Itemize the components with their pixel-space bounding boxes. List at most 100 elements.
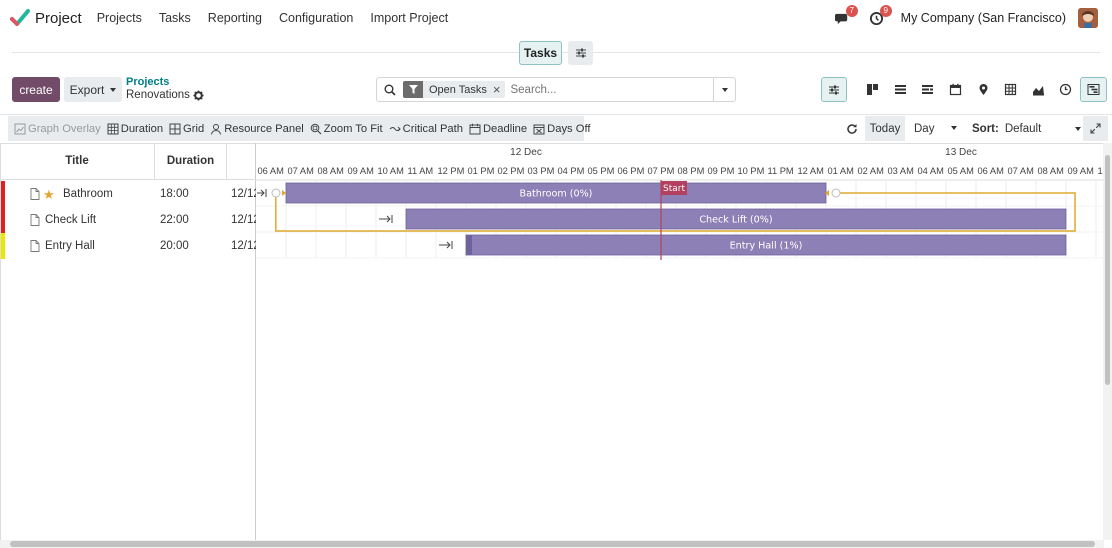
zoom-icon [310, 123, 322, 134]
app-brand[interactable]: Project [10, 8, 82, 28]
view-list-button[interactable] [886, 77, 915, 102]
view-graph-button[interactable] [1024, 77, 1053, 102]
document-icon [30, 188, 40, 200]
grid-button[interactable]: Grid [169, 123, 204, 135]
caret-down-icon [110, 87, 117, 92]
menu-reporting[interactable]: Reporting [208, 11, 262, 25]
hour-label: 06 AM [258, 166, 284, 176]
connector-handle [271, 188, 281, 198]
vertical-scrollbar[interactable] [1103, 143, 1112, 540]
sort-value: Default [1004, 122, 1042, 135]
calendar-off-icon [533, 124, 545, 134]
zoom-to-fit-button[interactable]: Zoom To Fit [310, 123, 383, 135]
column-header-title[interactable]: Title [0, 143, 155, 180]
task-title: Entry Hall [45, 240, 95, 252]
view-pivot-button[interactable] [996, 77, 1025, 102]
sliders-icon [829, 85, 839, 94]
messages-button[interactable]: 7 [833, 5, 858, 28]
search-input[interactable] [510, 83, 711, 96]
view-calendar-button[interactable] [941, 77, 970, 102]
view-settings-button[interactable] [568, 41, 593, 65]
sort-select[interactable]: Default [1005, 123, 1081, 135]
caret-down-icon [951, 126, 957, 130]
start-marker-label: Start [663, 184, 685, 194]
grid-icon [169, 123, 181, 134]
task-duration: 22:00 [160, 214, 189, 226]
view-activity-button[interactable] [914, 77, 942, 102]
messages-badge: 7 [845, 5, 858, 17]
critical-path-label: Critical Path [402, 122, 463, 135]
expand-icon [1090, 123, 1101, 134]
task-row[interactable]: ★ Bathroom 18:00 12/12 [0, 181, 256, 207]
create-button[interactable]: create [12, 77, 60, 102]
export-button[interactable]: Export [64, 77, 122, 102]
hour-label: 12 PM [438, 166, 465, 176]
days-off-button[interactable]: Days Off [533, 123, 590, 135]
hour-label: 09 AM [1068, 166, 1094, 176]
view-map-button[interactable] [969, 77, 997, 102]
view-gantt-button[interactable] [1079, 77, 1108, 102]
gantt-toolbar-right: Today Day Sort: Default [840, 116, 1108, 141]
refresh-icon[interactable] [840, 116, 864, 141]
calendar-icon [469, 123, 481, 134]
user-avatar[interactable] [1078, 8, 1098, 28]
sliders-icon [575, 48, 586, 58]
column-header-duration[interactable]: Duration [155, 143, 227, 180]
search-panel-toggle[interactable] [713, 78, 735, 101]
day-label: 12 Dec [510, 147, 542, 158]
tasks-view-chip[interactable]: Tasks [519, 41, 562, 65]
fullscreen-button[interactable] [1082, 116, 1108, 141]
clock-icon [1060, 83, 1072, 96]
search-icon[interactable] [377, 84, 403, 96]
menu-configuration[interactable]: Configuration [279, 11, 353, 25]
horizontal-scrollbar[interactable] [0, 540, 1104, 548]
scale-select[interactable]: Day [906, 116, 957, 141]
scrollbar-thumb[interactable] [10, 541, 1095, 547]
zoom-to-fit-label: Zoom To Fit [323, 122, 383, 135]
deadline-button[interactable]: Deadline [469, 123, 527, 135]
connector-handle [831, 188, 841, 198]
hour-label: 02 PM [498, 166, 525, 176]
graph-overlay-icon [14, 123, 26, 134]
facet-remove-icon[interactable]: × [493, 82, 506, 97]
duration-button[interactable]: Duration [107, 123, 163, 135]
critical-path-button[interactable]: Critical Path [389, 123, 463, 135]
hour-label: 10 PM [738, 166, 765, 176]
resource-panel-button[interactable]: Resource Panel [210, 123, 304, 135]
hour-label: 01 AM [828, 166, 854, 176]
hour-label: 06 AM [978, 166, 1004, 176]
task-row[interactable]: Check Lift 22:00 12/12 [0, 207, 256, 233]
graph-overlay-label: Graph Overlay [28, 122, 101, 135]
breadcrumb-current-label: Renovations [126, 89, 190, 101]
star-icon[interactable]: ★ [43, 187, 55, 203]
scrollbar-thumb[interactable] [1105, 155, 1110, 385]
area-chart-icon [1032, 86, 1044, 96]
view-clock-button[interactable] [1052, 77, 1080, 102]
hour-label: 11 PM [768, 166, 794, 176]
hour-label: 12 AM [798, 166, 824, 176]
hour-label: 05 PM [588, 166, 615, 176]
today-button[interactable]: Today [865, 116, 905, 141]
user-icon [211, 123, 222, 135]
menu-tasks[interactable]: Tasks [159, 11, 191, 25]
view-kanban-button[interactable] [859, 77, 887, 102]
priority-indicator [1, 233, 5, 259]
activities-button[interactable]: 9 [867, 5, 892, 28]
hour-label: 08 AM [1038, 166, 1064, 176]
filter-icon [403, 81, 423, 98]
grid-label: Grid [183, 122, 205, 135]
breadcrumb-projects-link[interactable]: Projects [126, 76, 204, 89]
jump-to-task-icon [439, 241, 453, 249]
hour-label: 07 AM [288, 166, 314, 176]
menu-import-project[interactable]: Import Project [370, 11, 448, 25]
toggle-panel-button[interactable] [821, 77, 847, 102]
menu-projects[interactable]: Projects [97, 11, 142, 25]
hour-label: 09 AM [348, 166, 374, 176]
company-switcher[interactable]: My Company (San Francisco) [901, 11, 1066, 25]
gear-icon[interactable] [193, 90, 204, 101]
graph-overlay-button[interactable]: Graph Overlay [14, 123, 101, 135]
task-row[interactable]: Entry Hall 20:00 12/12 [0, 233, 256, 259]
jump-to-task-icon [379, 215, 393, 223]
resource-panel-label: Resource Panel [224, 122, 304, 135]
search-facet: Open Tasks × [403, 81, 506, 98]
